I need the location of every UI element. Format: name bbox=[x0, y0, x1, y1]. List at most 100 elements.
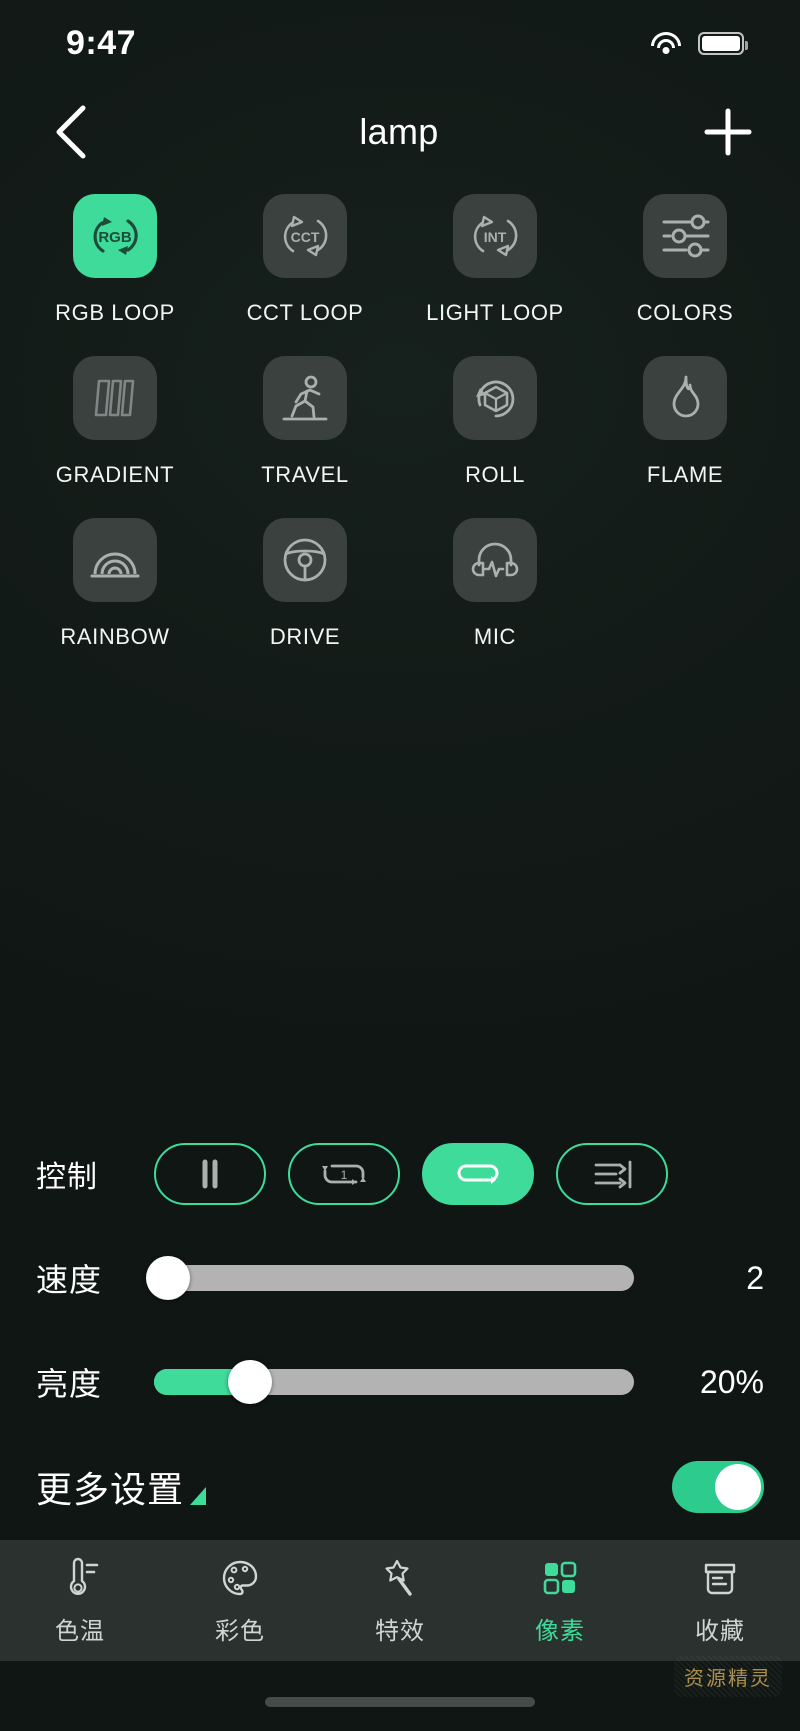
page-title: lamp bbox=[359, 111, 439, 152]
effect-label: RAINBOW bbox=[60, 624, 170, 649]
effect-tile[interactable] bbox=[263, 518, 347, 602]
effect-tile[interactable] bbox=[643, 194, 727, 278]
effect-mic[interactable]: MIC bbox=[400, 518, 590, 654]
pixel-grid-icon bbox=[543, 1561, 577, 1595]
control-label: 控制 bbox=[36, 1161, 98, 1194]
steering-wheel-icon bbox=[283, 538, 327, 582]
effect-label: RGB LOOP bbox=[55, 300, 175, 325]
plus-icon bbox=[704, 108, 752, 156]
magic-wand-icon bbox=[385, 1559, 412, 1596]
status-time: 9:47 bbox=[66, 23, 137, 62]
tab-label: 特效 bbox=[375, 1618, 425, 1645]
effect-drive[interactable]: DRIVE bbox=[210, 518, 400, 654]
brightness-label: 亮度 bbox=[36, 1366, 103, 1402]
tab-effects[interactable]: 特效 bbox=[320, 1555, 480, 1646]
effect-tile[interactable]: RGB bbox=[73, 194, 157, 278]
tab-color-temperature[interactable]: 色温 bbox=[0, 1555, 160, 1646]
brightness-slider[interactable] bbox=[154, 1360, 634, 1404]
effect-roll[interactable]: ROLL bbox=[400, 356, 590, 492]
effects-grid: RGB RGB LOOP CCT CCT LOOP INT LIGHT LOOP… bbox=[0, 178, 800, 654]
effect-tile[interactable] bbox=[73, 356, 157, 440]
effect-label: FLAME bbox=[646, 462, 724, 487]
nav-bar: lamp bbox=[0, 86, 800, 178]
pause-icon bbox=[202, 1159, 218, 1189]
repeat-all-button[interactable] bbox=[422, 1143, 534, 1205]
wifi-icon bbox=[650, 31, 682, 55]
tab-label: 像素 bbox=[535, 1618, 585, 1645]
control-row: 控制 1 bbox=[36, 1122, 764, 1226]
repeat-all-icon bbox=[457, 1164, 499, 1184]
effect-gradient[interactable]: GRADIENT bbox=[20, 356, 210, 492]
effect-tile[interactable] bbox=[263, 356, 347, 440]
effect-label: COLORS bbox=[636, 300, 734, 325]
effect-tile[interactable] bbox=[453, 518, 537, 602]
headphone-wave-icon bbox=[471, 542, 519, 578]
svg-text:RGB: RGB bbox=[98, 229, 132, 246]
svg-text:INT: INT bbox=[484, 229, 507, 245]
home-indicator bbox=[265, 1697, 535, 1707]
effect-travel[interactable]: TRAVEL bbox=[210, 356, 400, 492]
more-settings-row[interactable]: 更多设置 bbox=[36, 1434, 764, 1540]
chevron-left-icon bbox=[56, 105, 86, 159]
pause-button[interactable] bbox=[154, 1143, 266, 1205]
brightness-row: 亮度 20% bbox=[36, 1330, 764, 1434]
speed-value: 2 bbox=[746, 1259, 764, 1296]
more-settings-left: 更多设置 bbox=[36, 1461, 207, 1513]
effect-rgb-loop[interactable]: RGB RGB LOOP bbox=[20, 194, 210, 330]
triangle-expand-icon bbox=[190, 1487, 207, 1505]
repeat-one-icon: 1 bbox=[322, 1164, 366, 1185]
effect-label: LIGHT LOOP bbox=[426, 300, 564, 325]
effect-colors[interactable]: COLORS bbox=[590, 194, 780, 330]
status-bar: 9:47 bbox=[0, 0, 800, 86]
add-button[interactable] bbox=[700, 104, 756, 160]
effect-label: DRIVE bbox=[269, 624, 341, 649]
effect-tile[interactable] bbox=[453, 356, 537, 440]
effect-cct-loop[interactable]: CCT CCT LOOP bbox=[210, 194, 400, 330]
svg-text:CCT: CCT bbox=[291, 229, 320, 245]
speed-slider[interactable] bbox=[146, 1256, 634, 1300]
tab-label: 色温 bbox=[55, 1618, 105, 1645]
archive-box-icon bbox=[704, 1563, 736, 1595]
tab-favorites[interactable]: 收藏 bbox=[640, 1555, 800, 1646]
effect-tile[interactable]: CCT bbox=[263, 194, 347, 278]
toggle-knob bbox=[715, 1464, 761, 1510]
status-icons bbox=[650, 31, 748, 55]
battery-icon bbox=[698, 31, 748, 55]
effect-label: MIC bbox=[473, 624, 517, 649]
play-to-end-button[interactable] bbox=[556, 1143, 668, 1205]
int-loop-icon: INT bbox=[473, 215, 518, 257]
speed-label: 速度 bbox=[36, 1262, 103, 1298]
effect-empty-slot bbox=[590, 518, 780, 654]
back-button[interactable] bbox=[42, 104, 98, 160]
tab-pixel[interactable]: 像素 bbox=[480, 1555, 640, 1646]
play-to-end-icon bbox=[594, 1160, 632, 1189]
effect-label: ROLL bbox=[465, 462, 525, 487]
more-settings-label: 更多设置 bbox=[36, 1469, 185, 1510]
control-buttons: 1 bbox=[154, 1143, 668, 1205]
brightness-value: 20% bbox=[699, 1363, 764, 1400]
effect-flame[interactable]: FLAME bbox=[590, 356, 780, 492]
control-panel: 控制 1 速度 2 亮度 20% 更多设置 bbox=[0, 1122, 800, 1540]
effect-light-loop[interactable]: INT LIGHT LOOP bbox=[400, 194, 590, 330]
svg-text:1: 1 bbox=[341, 1168, 348, 1182]
tab-label: 收藏 bbox=[695, 1618, 745, 1645]
speed-thumb[interactable] bbox=[146, 1256, 191, 1300]
app-screen: 9:47 lamp RGB RGB LOOP CCT CCT LOOP INT … bbox=[0, 0, 800, 1731]
effect-rainbow[interactable]: RAINBOW bbox=[20, 518, 210, 654]
palette-icon bbox=[222, 1560, 258, 1596]
thermometer-icon bbox=[69, 1557, 99, 1595]
effect-label: GRADIENT bbox=[55, 462, 175, 487]
effect-tile[interactable]: INT bbox=[453, 194, 537, 278]
repeat-one-button[interactable]: 1 bbox=[288, 1143, 400, 1205]
bottom-tab-bar: 色温 彩色 特效 像素 收藏 bbox=[0, 1540, 800, 1661]
watermark: 资源精灵 bbox=[674, 1656, 782, 1697]
brightness-thumb[interactable] bbox=[228, 1360, 272, 1404]
effect-tile[interactable] bbox=[643, 356, 727, 440]
effect-label: CCT LOOP bbox=[246, 300, 364, 325]
gradient-bars-icon bbox=[94, 379, 135, 417]
tab-label: 彩色 bbox=[215, 1618, 265, 1645]
tab-colors[interactable]: 彩色 bbox=[160, 1555, 320, 1646]
sliders-icon bbox=[662, 214, 710, 258]
effect-tile[interactable] bbox=[73, 518, 157, 602]
more-settings-toggle[interactable] bbox=[672, 1461, 764, 1513]
